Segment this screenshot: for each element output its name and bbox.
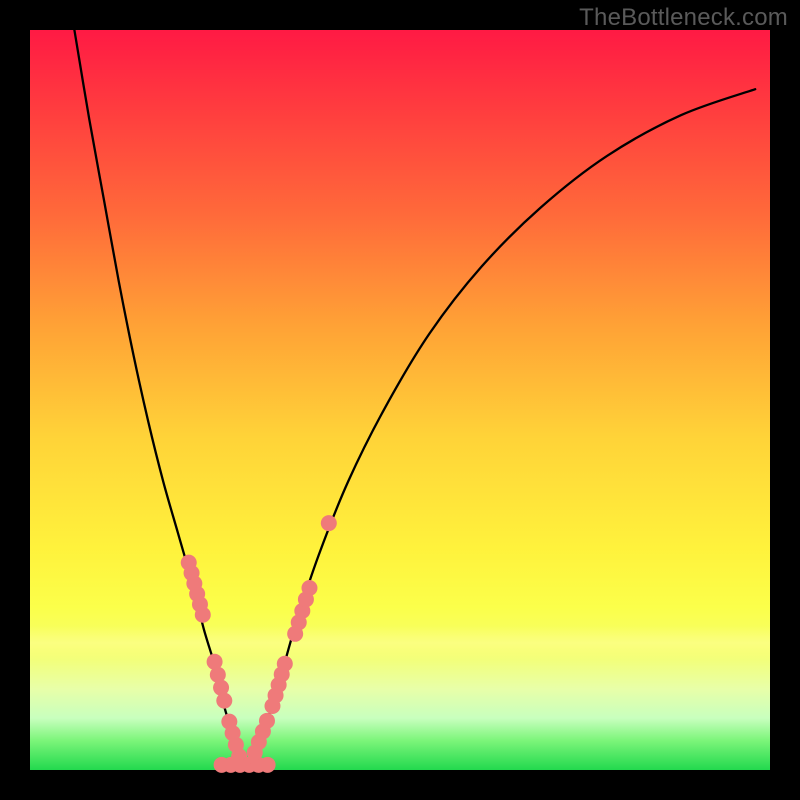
chart-plot-area <box>30 30 770 770</box>
bead-marker <box>216 693 232 709</box>
chart-frame: TheBottleneck.com <box>0 0 800 800</box>
bead-marker <box>260 757 276 773</box>
bead-marker <box>301 580 317 596</box>
watermark-text: TheBottleneck.com <box>579 4 788 32</box>
bead-marker <box>277 656 293 672</box>
chart-overlay <box>30 30 770 770</box>
bead-marker <box>321 515 337 531</box>
bead-marker <box>259 713 275 729</box>
bead-group <box>181 515 337 773</box>
curve-right-branch <box>246 89 755 767</box>
bead-marker <box>195 607 211 623</box>
